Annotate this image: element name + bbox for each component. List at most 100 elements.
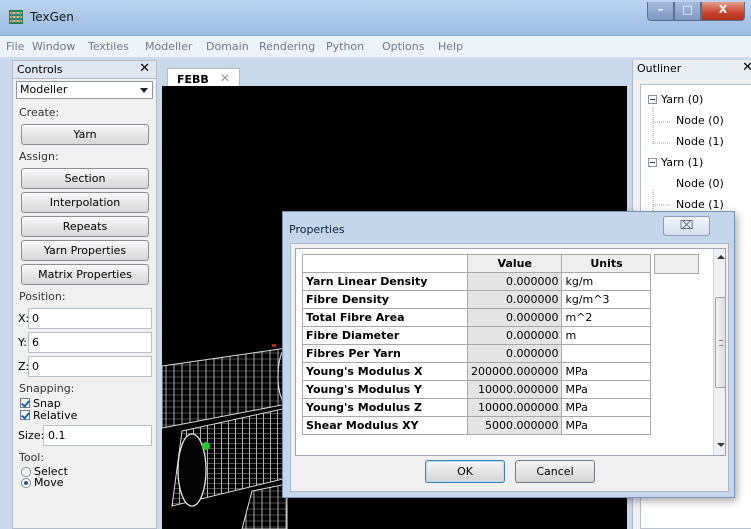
table-row[interactable]: Young's Modulus Y 10000.000000 MPa <box>302 380 652 399</box>
tree-item-node[interactable]: Node (1) <box>676 135 724 148</box>
menu-python[interactable]: Python <box>326 40 364 53</box>
property-units[interactable]: MPa <box>561 398 652 417</box>
table-row[interactable]: Yarn Linear Density 0.000000 kg/m <box>302 272 652 291</box>
table-row[interactable]: Young's Modulus Z 10000.000000 MPa <box>302 398 652 417</box>
yarn-2-wireframe <box>241 483 288 529</box>
menu-options[interactable]: Options <box>382 40 424 53</box>
collapse-icon[interactable] <box>648 95 657 104</box>
table-row[interactable]: Fibre Density 0.000000 kg/m^3 <box>302 290 652 309</box>
property-name: Young's Modulus X <box>302 362 468 381</box>
tool-move-radio[interactable] <box>21 477 31 488</box>
property-units[interactable]: MPa <box>561 416 652 435</box>
window-controls: – □ X <box>647 2 745 22</box>
property-name: Total Fibre Area <box>302 308 468 327</box>
tool-move-row[interactable]: Move <box>21 476 156 489</box>
minimize-button[interactable]: – <box>647 2 674 21</box>
table-corner <box>302 254 468 273</box>
collapse-icon[interactable] <box>648 158 657 167</box>
node-marker[interactable] <box>202 442 210 450</box>
close-icon[interactable]: ✕ <box>742 60 751 75</box>
position-z-input[interactable]: 0 <box>28 356 152 377</box>
tab-febb-label: FEBB <box>177 73 209 86</box>
menu-modeller[interactable]: Modeller <box>145 40 192 53</box>
menu-file[interactable]: File <box>6 40 24 53</box>
axis-marker <box>272 344 276 347</box>
table-row[interactable]: Fibres Per Yarn 0.000000 <box>302 344 652 363</box>
dialog-body: Value Units Yarn Linear Density 0.000000… <box>290 243 729 492</box>
ok-button[interactable]: OK <box>425 460 505 483</box>
matrix-properties-button[interactable]: Matrix Properties <box>21 264 149 285</box>
property-name: Yarn Linear Density <box>302 272 468 291</box>
cancel-button[interactable]: Cancel <box>515 460 595 483</box>
relative-checkbox[interactable] <box>20 410 30 420</box>
properties-scrollbar[interactable] <box>713 249 725 455</box>
tree-item-yarn[interactable]: Yarn (0) <box>648 93 703 106</box>
table-row[interactable]: Young's Modulus X 200000.000000 MPa <box>302 362 652 381</box>
scrollbar-thumb[interactable] <box>715 297 725 388</box>
menu-domain[interactable]: Domain <box>206 40 249 53</box>
property-value[interactable]: 10000.000000 <box>466 398 563 417</box>
tree-item-node[interactable]: Node (1) <box>676 198 724 211</box>
assign-label: Assign: <box>19 150 59 163</box>
dialog-close-button[interactable]: ⌧ <box>663 216 710 236</box>
scroll-up-icon[interactable] <box>717 255 725 259</box>
property-value[interactable]: 0.000000 <box>466 272 563 291</box>
property-units[interactable]: m <box>561 326 652 345</box>
close-window-button[interactable]: X <box>701 2 745 21</box>
grid-empty-header <box>654 254 699 274</box>
table-header-row: Value Units <box>302 254 652 273</box>
position-z-row: Z: 0 <box>18 356 156 377</box>
property-units[interactable]: MPa <box>561 380 652 399</box>
menu-help[interactable]: Help <box>438 40 463 53</box>
close-icon[interactable]: ✕ <box>139 61 150 76</box>
position-y-row: Y: 6 <box>18 332 156 353</box>
property-units[interactable]: kg/m <box>561 272 652 291</box>
snap-checkbox[interactable] <box>20 398 30 408</box>
maximize-button[interactable]: □ <box>674 2 701 21</box>
scroll-down-icon[interactable] <box>717 443 725 447</box>
position-x-input[interactable]: 0 <box>28 308 152 329</box>
tree-item-node[interactable]: Node (0) <box>676 177 724 190</box>
section-button[interactable]: Section <box>21 168 149 189</box>
property-name: Shear Modulus XY <box>302 416 468 435</box>
property-value[interactable]: 0.000000 <box>466 290 563 309</box>
size-input[interactable]: 0.1 <box>43 425 152 446</box>
tree-item-yarn[interactable]: Yarn (1) <box>648 156 703 169</box>
menu-window[interactable]: Window <box>32 40 75 53</box>
title-bar: TexGen – □ X <box>0 0 751 36</box>
snap-checkbox-row[interactable]: Snap <box>20 397 156 410</box>
property-value[interactable]: 0.000000 <box>466 308 563 327</box>
property-units[interactable] <box>561 344 652 363</box>
relative-checkbox-row[interactable]: Relative <box>20 409 156 422</box>
repeats-button[interactable]: Repeats <box>21 216 149 237</box>
properties-grid: Value Units Yarn Linear Density 0.000000… <box>295 248 726 456</box>
column-header-units: Units <box>561 254 652 273</box>
property-value[interactable]: 200000.000000 <box>466 362 563 381</box>
property-units[interactable]: kg/m^3 <box>561 290 652 309</box>
tab-febb[interactable]: FEBB ✕ <box>167 68 240 87</box>
property-value[interactable]: 0.000000 <box>466 326 563 345</box>
menu-textiles[interactable]: Textiles <box>88 40 129 53</box>
table-row[interactable]: Total Fibre Area 0.000000 m^2 <box>302 308 652 327</box>
table-row[interactable]: Shear Modulus XY 5000.000000 MPa <box>302 416 652 435</box>
menu-rendering[interactable]: Rendering <box>259 40 315 53</box>
position-y-input[interactable]: 6 <box>28 332 152 353</box>
close-icon[interactable]: ✕ <box>220 71 230 85</box>
yarn-button[interactable]: Yarn <box>21 124 149 145</box>
property-value[interactable]: 0.000000 <box>466 344 563 363</box>
position-label: Position: <box>19 290 66 303</box>
yarn-properties-button[interactable]: Yarn Properties <box>21 240 149 261</box>
table-row[interactable]: Fibre Diameter 0.000000 m <box>302 326 652 345</box>
property-value[interactable]: 10000.000000 <box>466 380 563 399</box>
tree-item-node[interactable]: Node (0) <box>676 114 724 127</box>
property-name: Fibre Diameter <box>302 326 468 345</box>
outliner-title: Outliner <box>637 62 682 75</box>
tree-item-label: Yarn (0) <box>661 93 704 106</box>
property-units[interactable]: m^2 <box>561 308 652 327</box>
mode-dropdown-value: Modeller <box>20 83 68 96</box>
tool-select-radio[interactable] <box>21 466 31 477</box>
interpolation-button[interactable]: Interpolation <box>21 192 149 213</box>
property-units[interactable]: MPa <box>561 362 652 381</box>
property-value[interactable]: 5000.000000 <box>466 416 563 435</box>
mode-dropdown[interactable]: Modeller <box>16 81 153 99</box>
